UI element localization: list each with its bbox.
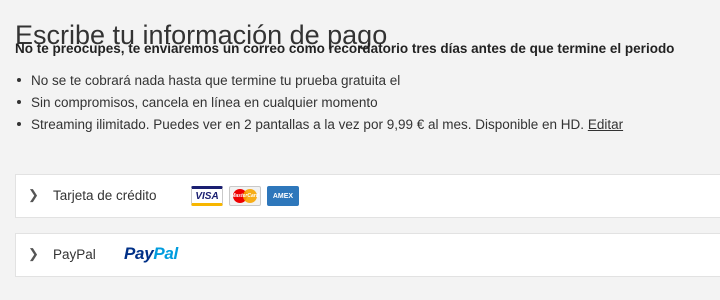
paypal-logo: PayPal	[124, 244, 178, 263]
chevron-right-icon: ❯	[28, 187, 39, 202]
bullet-icon	[17, 99, 21, 104]
chevron-right-icon: ❯	[28, 246, 39, 261]
paypal-label: PayPal	[53, 247, 96, 262]
mastercard-icon: MasterCard	[229, 186, 261, 206]
list-item: No se te cobrará nada hasta que termine …	[15, 70, 623, 92]
bullet-icon	[17, 121, 21, 126]
list-item: Sin compromisos, cancela en línea en cua…	[15, 92, 623, 114]
card-logos: VISA MasterCard AMEX	[191, 186, 299, 206]
paypal-option[interactable]: ❯ PayPal PayPal	[15, 233, 720, 277]
reminder-notice: No te preocupes, te enviaremos un correo…	[15, 41, 675, 56]
visa-icon: VISA	[191, 186, 223, 206]
bullet-icon	[17, 77, 21, 82]
edit-plan-link[interactable]: Editar	[588, 117, 623, 132]
credit-card-label: Tarjeta de crédito	[53, 188, 157, 203]
list-item: Streaming ilimitado. Puedes ver en 2 pan…	[15, 114, 623, 136]
credit-card-option[interactable]: ❯ Tarjeta de crédito VISA MasterCard AME…	[15, 174, 720, 218]
amex-icon: AMEX	[267, 186, 299, 206]
benefits-list: No se te cobrará nada hasta que termine …	[15, 70, 623, 136]
